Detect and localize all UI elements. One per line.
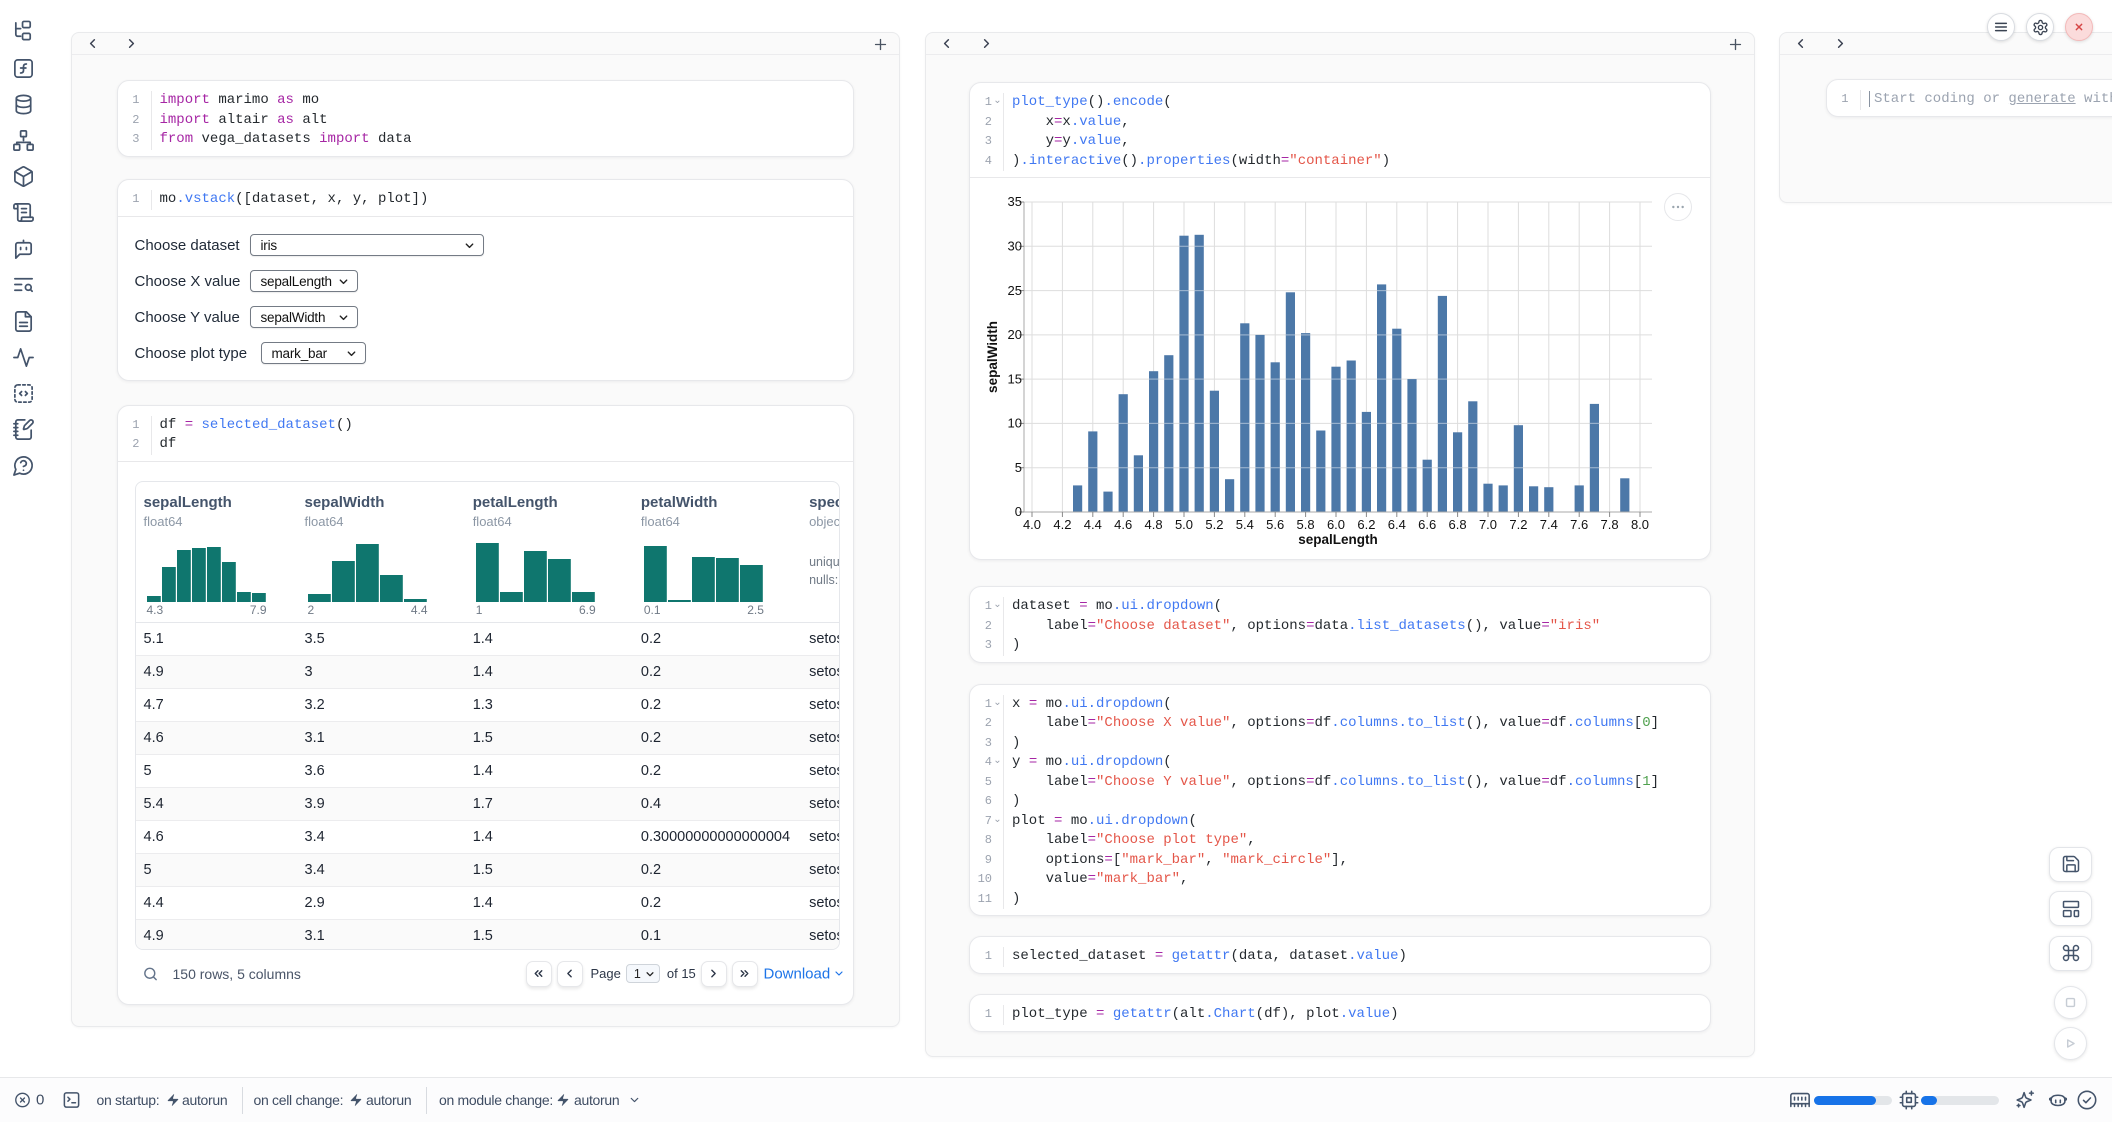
- svg-text:5: 5: [1015, 460, 1022, 475]
- svg-text:6.8: 6.8: [1449, 517, 1467, 532]
- svg-text:6.6: 6.6: [1418, 517, 1436, 532]
- svg-text:4.6: 4.6: [1114, 517, 1132, 532]
- svg-text:6.4: 6.4: [1388, 517, 1406, 532]
- svg-text:20: 20: [1008, 327, 1022, 342]
- svg-text:30: 30: [1008, 239, 1022, 254]
- svg-text:sepalLength: sepalLength: [1298, 532, 1378, 547]
- svg-text:7.0: 7.0: [1479, 517, 1497, 532]
- svg-text:5.2: 5.2: [1205, 517, 1223, 532]
- svg-text:5.0: 5.0: [1175, 517, 1193, 532]
- svg-text:4.2: 4.2: [1053, 517, 1071, 532]
- svg-text:4.4: 4.4: [1084, 517, 1102, 532]
- svg-text:7.8: 7.8: [1601, 517, 1619, 532]
- svg-text:4.8: 4.8: [1145, 517, 1163, 532]
- svg-text:5.8: 5.8: [1297, 517, 1315, 532]
- svg-text:6.2: 6.2: [1357, 517, 1375, 532]
- svg-text:4.0: 4.0: [1023, 517, 1041, 532]
- svg-text:35: 35: [1008, 194, 1022, 209]
- svg-text:sepalWidth: sepalWidth: [985, 321, 1000, 393]
- svg-text:25: 25: [1008, 283, 1022, 298]
- svg-text:7.4: 7.4: [1540, 517, 1558, 532]
- svg-text:6.0: 6.0: [1327, 517, 1345, 532]
- svg-text:7.2: 7.2: [1509, 517, 1527, 532]
- svg-text:10: 10: [1008, 416, 1022, 431]
- svg-text:7.6: 7.6: [1570, 517, 1588, 532]
- svg-text:5.6: 5.6: [1266, 517, 1284, 532]
- svg-text:15: 15: [1008, 371, 1022, 386]
- svg-text:0: 0: [1015, 504, 1022, 519]
- svg-text:5.4: 5.4: [1236, 517, 1254, 532]
- svg-text:8.0: 8.0: [1631, 517, 1649, 532]
